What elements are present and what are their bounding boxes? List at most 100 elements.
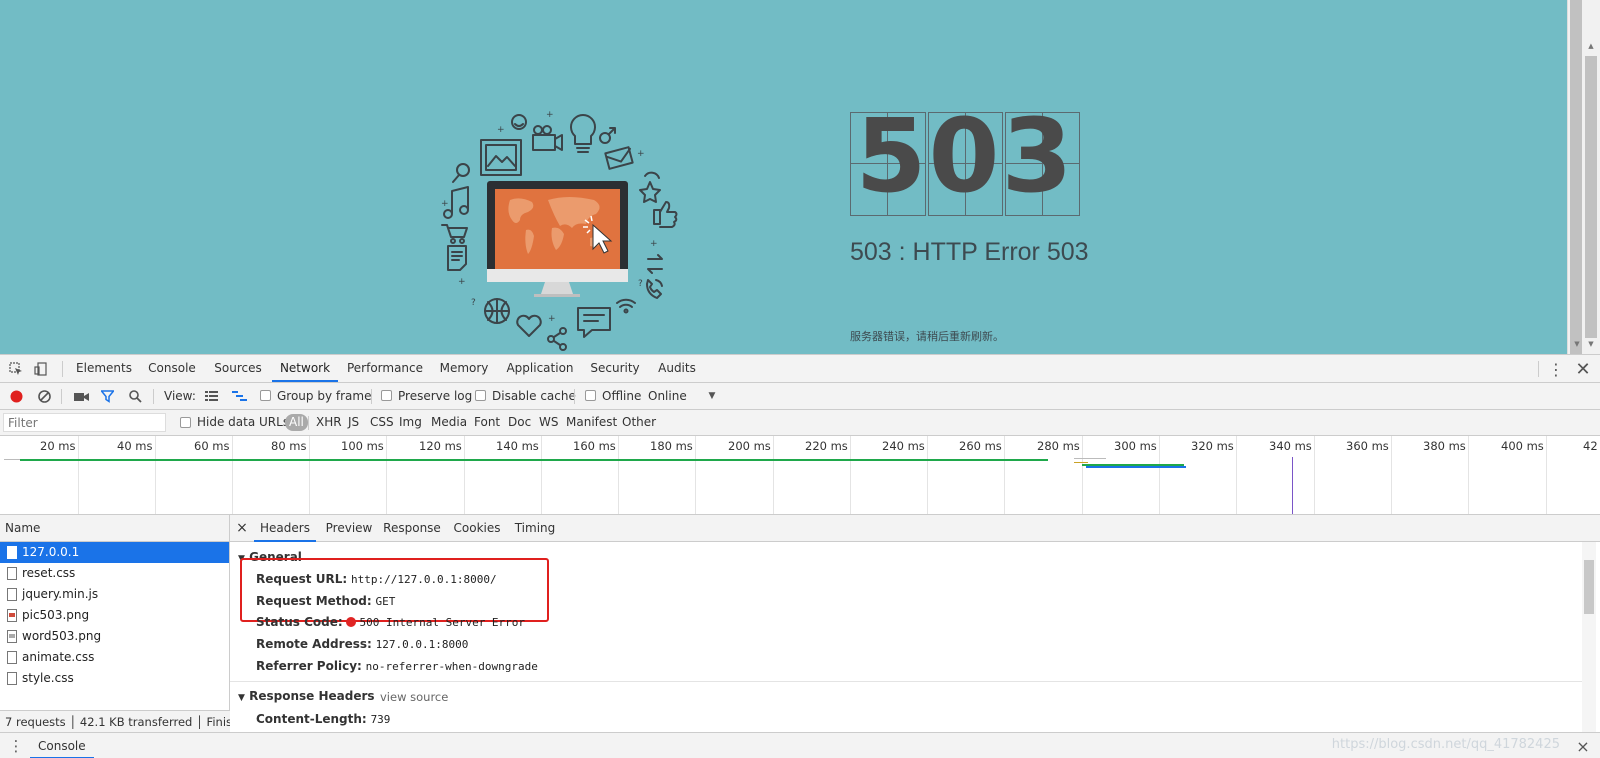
tab-performance[interactable]: Performance <box>344 355 426 382</box>
device-toolbar-icon[interactable] <box>33 361 49 377</box>
request-method-row: Request Method: GET <box>256 594 395 608</box>
record-icon[interactable] <box>9 389 23 403</box>
request-row[interactable]: jquery.min.js <box>0 584 229 605</box>
timeline-tick-label: 20 ms <box>40 439 76 453</box>
close-detail-icon[interactable]: × <box>234 515 250 542</box>
close-devtools-icon[interactable]: ✕ <box>1574 359 1592 380</box>
timeline-tick-label: 180 ms <box>650 439 693 453</box>
more-options-icon[interactable]: ⋮ <box>1548 360 1564 379</box>
search-icon[interactable] <box>128 389 142 403</box>
request-list-header[interactable]: Name <box>0 515 229 542</box>
timeline-tick-label: 400 ms <box>1501 439 1544 453</box>
request-row[interactable]: word503.png <box>0 626 229 647</box>
throttling-select[interactable]: Online <box>648 383 687 409</box>
filter-type-all[interactable]: All <box>285 414 308 431</box>
detail-tab-response[interactable]: Response <box>380 515 444 542</box>
stylesheet-file-icon <box>7 567 17 580</box>
large-rows-icon[interactable] <box>204 390 218 402</box>
request-row[interactable]: style.css <box>0 668 229 689</box>
timeline-tick-label: 80 ms <box>271 439 307 453</box>
timeline-tick-label: 220 ms <box>805 439 848 453</box>
view-source-link[interactable]: view source <box>380 690 448 704</box>
close-drawer-icon[interactable]: × <box>1574 736 1592 756</box>
waterfall-overview-icon[interactable] <box>231 390 247 402</box>
filter-type-xhr[interactable]: XHR <box>316 410 342 435</box>
scroll-up-arrow-icon[interactable]: ▲ <box>1586 42 1596 50</box>
detail-scrollbar-thumb[interactable] <box>1584 560 1594 614</box>
tab-console[interactable]: Console <box>142 355 202 382</box>
request-name: style.css <box>22 671 74 685</box>
page-scrollbar-thumb-secondary[interactable] <box>1585 56 1597 338</box>
detail-tab-headers[interactable]: Headers <box>254 515 316 542</box>
group-by-frame-label: Group by frame <box>277 389 372 403</box>
inspect-element-icon[interactable] <box>8 361 24 377</box>
scroll-down-arrow-icon-left[interactable]: ▼ <box>1572 340 1582 348</box>
filter-type-font[interactable]: Font <box>474 410 500 435</box>
detail-tab-cookies[interactable]: Cookies <box>448 515 506 542</box>
filter-type-img[interactable]: Img <box>399 410 422 435</box>
request-detail-pane: × Headers Preview Response Cookies Timin… <box>230 515 1600 732</box>
hide-data-urls-label: Hide data URLs <box>197 415 290 429</box>
tab-security[interactable]: Security <box>584 355 646 382</box>
response-headers-section-toggle[interactable]: ▼ Response Headers <box>238 689 375 703</box>
page-scrollbar-thumb[interactable] <box>1570 0 1582 354</box>
image-file-icon <box>7 630 17 643</box>
request-row[interactable]: pic503.png <box>0 605 229 626</box>
filter-type-ws[interactable]: WS <box>539 410 558 435</box>
timeline-load-marker <box>1292 457 1293 514</box>
expand-triangle-icon: ▼ <box>238 693 245 703</box>
request-row[interactable]: 127.0.0.1 <box>0 542 229 563</box>
screenshot-camera-icon[interactable] <box>73 390 89 402</box>
network-lower-area: Name 127.0.0.1 reset.css jquery.min.js p… <box>0 515 1600 732</box>
filter-funnel-icon[interactable] <box>100 389 114 403</box>
detail-scrollbar[interactable] <box>1582 542 1596 732</box>
drawer-tab-console[interactable]: Console <box>30 733 94 758</box>
tab-application[interactable]: Application <box>502 355 578 382</box>
request-url-row: Request URL: http://127.0.0.1:8000/ <box>256 572 497 586</box>
detail-tab-timing[interactable]: Timing <box>512 515 558 542</box>
timeline-tick-label: 200 ms <box>728 439 771 453</box>
page-scrollbar[interactable]: ▲ ▼ ▼ <box>1567 0 1600 354</box>
drawer-menu-icon[interactable]: ⋮ <box>9 737 24 755</box>
group-by-frame-checkbox[interactable] <box>260 390 271 401</box>
tab-network[interactable]: Network <box>272 355 338 382</box>
timeline-tick-label: 100 ms <box>341 439 384 453</box>
timeline-tick-label: 60 ms <box>194 439 230 453</box>
scroll-down-arrow-icon[interactable]: ▼ <box>1586 340 1596 348</box>
content-length-value: 739 <box>370 713 391 726</box>
filter-type-doc[interactable]: Doc <box>508 410 531 435</box>
filter-type-js[interactable]: JS <box>348 410 359 435</box>
status-code-key: Status Code: <box>256 615 343 629</box>
filter-type-css[interactable]: CSS <box>370 410 394 435</box>
network-filterbar: Hide data URLs All XHR JS CSS Img Media … <box>0 410 1600 436</box>
network-toolbar: View: Group by frame Preserve log Disabl… <box>0 383 1600 410</box>
view-label: View: <box>164 389 196 403</box>
hide-data-urls-checkbox[interactable] <box>180 417 191 428</box>
filter-input[interactable] <box>3 413 166 432</box>
timeline-tick-label: 42 <box>1583 439 1598 453</box>
detail-tab-preview[interactable]: Preview <box>322 515 376 542</box>
disable-cache-checkbox[interactable] <box>475 390 486 401</box>
stylesheet-file-icon <box>7 672 17 685</box>
request-name: jquery.min.js <box>22 587 99 601</box>
request-url-value: http://127.0.0.1:8000/ <box>350 573 497 586</box>
timeline-tick-label: 380 ms <box>1423 439 1466 453</box>
tab-sources[interactable]: Sources <box>208 355 268 382</box>
preserve-log-checkbox[interactable] <box>381 390 392 401</box>
request-row[interactable]: reset.css <box>0 563 229 584</box>
offline-checkbox[interactable] <box>585 390 596 401</box>
request-name: pic503.png <box>22 608 90 622</box>
network-timeline-overview[interactable]: 20 ms 40 ms 60 ms 80 ms 100 ms 120 ms 14… <box>0 436 1600 515</box>
disable-cache-label: Disable cache <box>492 389 576 403</box>
remote-address-row: Remote Address: 127.0.0.1:8000 <box>256 637 468 651</box>
tab-audits[interactable]: Audits <box>652 355 702 382</box>
filter-type-media[interactable]: Media <box>431 410 467 435</box>
clear-icon[interactable] <box>37 389 51 403</box>
tab-elements[interactable]: Elements <box>72 355 136 382</box>
tab-memory[interactable]: Memory <box>432 355 496 382</box>
throttling-dropdown-chevron-icon[interactable]: ▼ <box>706 390 718 402</box>
content-length-key: Content-Length: <box>256 712 367 726</box>
request-row[interactable]: animate.css <box>0 647 229 668</box>
filter-type-manifest[interactable]: Manifest <box>566 410 617 435</box>
filter-type-other[interactable]: Other <box>622 410 656 435</box>
